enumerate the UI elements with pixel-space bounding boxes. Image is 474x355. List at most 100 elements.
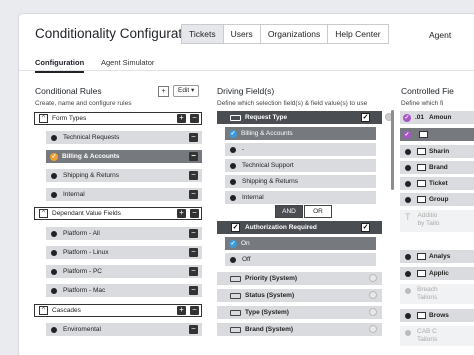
value-selected[interactable]: ✓ Billing & Accounts [225, 127, 376, 140]
tab-help-center[interactable]: Help Center [327, 24, 389, 44]
value-selected[interactable]: ✓ On [225, 237, 376, 250]
radio-icon[interactable] [369, 325, 377, 333]
or-button[interactable]: OR [304, 205, 332, 218]
value-item[interactable]: Shipping & Returns [225, 175, 376, 188]
controlled-heading: Controlled Fie [401, 86, 454, 96]
value-label: Internal [242, 194, 264, 201]
remove-icon[interactable]: − [190, 306, 199, 315]
controlled-item-disabled[interactable]: T Additio by Tailo [400, 210, 474, 232]
controlled-item[interactable]: Analys [400, 250, 474, 263]
value-item[interactable]: Technical Support [225, 159, 376, 172]
tab-tickets[interactable]: Tickets [181, 24, 224, 44]
rule-item[interactable]: Internal − [46, 188, 202, 201]
driving-field-status[interactable]: Status (System) [217, 289, 382, 302]
rule-item[interactable]: Platform - All − [46, 227, 202, 240]
field-label: Priority (System) [245, 275, 298, 282]
remove-icon[interactable]: − [189, 286, 198, 295]
dot-icon [405, 196, 411, 203]
add-icon[interactable]: + [177, 306, 186, 315]
subtab-agent-simulator[interactable]: Agent Simulator [101, 58, 154, 67]
rule-item-selected[interactable]: ✓ Billing & Accounts − [46, 150, 202, 163]
radio-icon[interactable] [369, 274, 377, 282]
check-icon: ✓ [50, 152, 58, 161]
remove-icon[interactable]: − [189, 248, 198, 257]
sub-tabs: Configuration Agent Simulator [19, 52, 474, 73]
remove-icon[interactable]: − [189, 171, 198, 180]
group-form-types[interactable]: ^ Form Types + − [34, 112, 202, 125]
value-item[interactable]: Off [225, 253, 376, 266]
controlled-item[interactable]: Sharin [400, 145, 474, 158]
remove-icon[interactable]: − [189, 190, 198, 199]
rule-item[interactable]: Platform - PC − [46, 265, 202, 278]
rules-description: Create, name and configure rules [35, 100, 132, 107]
controlled-item[interactable]: Brand [400, 161, 474, 174]
value-label: Technical Support [242, 162, 294, 169]
subtab-configuration[interactable]: Configuration [35, 58, 85, 73]
value-label: - [242, 146, 245, 153]
checkbox-icon[interactable]: ✓ [361, 113, 370, 122]
add-icon[interactable]: + [177, 209, 186, 218]
controlled-item[interactable]: Group [400, 193, 474, 206]
driving-field-authorization[interactable]: ✓ Authorization Required ✓ [217, 221, 382, 234]
dot-icon [51, 172, 57, 179]
controlled-label: Group [429, 196, 449, 203]
check-icon: ✓ [229, 239, 237, 248]
group-dependant-value-fields[interactable]: ^ Dependant Value Fields + − [34, 207, 202, 220]
dot-icon [51, 249, 57, 256]
top-nav: Tickets Users Organizations Help Center [181, 24, 389, 44]
dot-icon [230, 194, 236, 201]
dot-icon [51, 326, 57, 333]
tab-users[interactable]: Users [222, 24, 261, 44]
controlled-item[interactable]: Applic [400, 267, 474, 280]
check-icon: ✓ [403, 130, 411, 139]
group-cascades[interactable]: ^ Cascades + − [34, 304, 202, 317]
field-icon [417, 164, 426, 171]
value-item[interactable]: Internal [225, 191, 376, 204]
prefix-label: .01 [415, 114, 425, 121]
agent-label[interactable]: Agent [429, 30, 451, 40]
edit-label: Edit [178, 87, 190, 94]
driving-field-priority[interactable]: Priority (System) [217, 272, 382, 285]
driving-field-type[interactable]: Type (System) [217, 306, 382, 319]
add-icon[interactable]: + [177, 114, 186, 123]
value-label: Shipping & Returns [242, 178, 299, 185]
add-rule-button[interactable]: + [158, 86, 169, 97]
driving-heading: Driving Field(s) [217, 86, 275, 96]
and-button[interactable]: AND [275, 205, 303, 218]
rule-item[interactable]: Enviromental − [46, 323, 202, 336]
edit-dropdown[interactable]: Edit ▾ [173, 85, 200, 97]
checkbox-icon[interactable]: ✓ [361, 223, 370, 232]
controlled-item-disabled[interactable]: Breach Tailoris [400, 284, 474, 304]
field-icon [230, 326, 241, 333]
dot-icon [405, 270, 411, 277]
remove-icon[interactable]: − [190, 209, 199, 218]
controlled-item[interactable]: ✓ .01 Amoun [400, 111, 474, 124]
driving-field-brand[interactable]: Brand (System) [217, 323, 382, 336]
remove-icon[interactable]: − [189, 133, 198, 142]
tab-organizations[interactable]: Organizations [259, 24, 329, 44]
checkbox-icon[interactable]: ✓ [231, 223, 240, 232]
remove-icon[interactable]: − [189, 325, 198, 334]
remove-icon[interactable]: − [189, 152, 198, 161]
controlled-item[interactable]: Ticket [400, 177, 474, 190]
scrollbar[interactable] [391, 110, 394, 190]
controlled-item-disabled[interactable]: CAB C Tailoris [400, 326, 474, 346]
controlled-label: Brand [429, 164, 448, 171]
rule-item[interactable]: Platform - Linux − [46, 246, 202, 259]
remove-icon[interactable]: − [190, 114, 199, 123]
driving-field-request-type[interactable]: Request Type ✓ [217, 111, 393, 124]
value-item[interactable]: - [225, 143, 376, 156]
app-window: Conditionality Configuration Tickets Use… [18, 13, 474, 355]
remove-icon[interactable]: − [189, 229, 198, 238]
controlled-item-selected[interactable]: ✓ [400, 128, 474, 141]
radio-icon[interactable] [369, 308, 377, 316]
dot-icon [405, 180, 411, 187]
rule-item[interactable]: Shipping & Returns − [46, 169, 202, 182]
controlled-item[interactable]: Brows [400, 309, 474, 322]
field-label: Status (System) [245, 292, 295, 299]
remove-icon[interactable]: − [189, 267, 198, 276]
rule-item[interactable]: Technical Requests − [46, 131, 202, 144]
rule-label: Billing & Accounts [62, 153, 120, 160]
rule-item[interactable]: Platform - Mac − [46, 284, 202, 297]
radio-icon[interactable] [369, 291, 377, 299]
